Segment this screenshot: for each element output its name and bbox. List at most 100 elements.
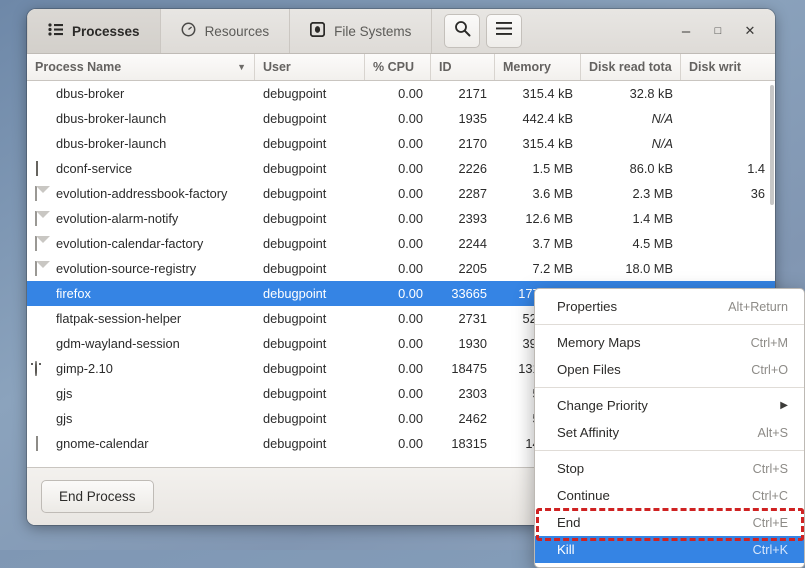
process-name-text: flatpak-session-helper [56,311,181,326]
cell-id: 18315 [431,436,495,451]
process-name-text: firefox [56,286,91,301]
menu-separator [535,387,804,388]
menu-item-label: Stop [557,461,584,476]
cell-memory: 315.4 kB [495,86,581,101]
cell-cpu: 0.00 [365,386,431,401]
minimize-button[interactable]: – [671,16,701,46]
cell-disk-read: 18.0 MB [581,261,681,276]
menu-button[interactable] [486,14,522,48]
tab-label: File Systems [334,24,411,39]
table-row[interactable]: evolution-calendar-factorydebugpoint0.00… [27,231,775,256]
column-header-cpu[interactable]: % CPU [365,54,431,80]
process-name-text: gimp-2.10 [56,361,113,376]
column-header-disk-write[interactable]: Disk writ [681,54,773,80]
menu-item-stop[interactable]: Stop Ctrl+S [535,455,804,482]
column-header-disk-read-total[interactable]: Disk read tota [581,54,681,80]
end-process-button[interactable]: End Process [41,480,154,513]
close-button[interactable]: ✕ [735,16,765,46]
cell-process-name: gjs [27,411,255,426]
cell-user: debugpoint [255,361,365,376]
cell-process-name: dbus-broker-launch [27,136,255,151]
menu-item-open-files[interactable]: Open FilesCtrl+O [535,356,804,383]
table-row[interactable]: dbus-broker-launchdebugpoint0.001935442.… [27,106,775,131]
cell-memory: 12.6 MB [495,211,581,226]
tab-resources[interactable]: Resources [161,9,291,53]
cell-id: 2393 [431,211,495,226]
process-name-text: gjs [56,386,72,401]
column-label: Disk read tota [589,60,672,74]
column-header-user[interactable]: User [255,54,365,80]
process-name-text: gdm-wayland-session [56,336,180,351]
menu-item-label: Memory Maps [557,335,641,350]
menu-item-properties[interactable]: PropertiesAlt+Return [535,293,804,320]
menu-item-continue[interactable]: ContinueCtrl+C [535,482,804,509]
cell-process-name: gdm-wayland-session [27,336,255,351]
column-label: Process Name [35,60,121,74]
column-label: Disk writ [689,60,741,74]
hamburger-icon [496,22,512,40]
diamond-icon [35,311,50,326]
chevron-right-icon: ▶ [780,400,788,411]
drive-icon [310,22,325,40]
cell-user: debugpoint [255,186,365,201]
cell-cpu: 0.00 [365,161,431,176]
process-name-text: evolution-alarm-notify [56,211,178,226]
cell-memory: 1.5 MB [495,161,581,176]
tab-file-systems[interactable]: File Systems [290,9,432,53]
column-label: % CPU [373,60,414,74]
process-name-text: gjs [56,411,72,426]
process-name-text: gnome-calendar [56,436,148,451]
cell-process-name: evolution-source-registry [27,261,255,276]
cell-cpu: 0.00 [365,311,431,326]
cell-id: 2244 [431,236,495,251]
menu-item-end[interactable]: EndCtrl+E [535,509,804,536]
header-bar: Processes Resources Fi [27,9,775,54]
scrollbar-thumb[interactable] [770,85,774,205]
menu-separator [535,450,804,451]
maximize-icon: □ [715,25,722,37]
header-actions [444,14,522,48]
cell-process-name: dbus-broker-launch [27,111,255,126]
cell-cpu: 0.00 [365,111,431,126]
cell-user: debugpoint [255,86,365,101]
cell-user: debugpoint [255,111,365,126]
table-row[interactable]: evolution-alarm-notifydebugpoint0.002393… [27,206,775,231]
cell-user: debugpoint [255,161,365,176]
cell-disk-read: 32.8 kB [581,86,681,101]
menu-item-label: Properties [557,299,617,314]
process-name-text: evolution-source-registry [56,261,196,276]
table-row[interactable]: evolution-source-registrydebugpoint0.002… [27,256,775,281]
window-controls: – □ ✕ [671,16,775,46]
cell-id: 33665 [431,286,495,301]
close-icon: ✕ [745,23,756,39]
cell-user: debugpoint [255,411,365,426]
menu-separator [535,324,804,325]
menu-item-memory-maps[interactable]: Memory MapsCtrl+M [535,329,804,356]
cell-user: debugpoint [255,311,365,326]
gimp-icon [35,361,50,376]
cell-user: debugpoint [255,236,365,251]
chevron-down-icon: ▼ [237,62,246,72]
column-header-process-name[interactable]: Process Name ▼ [27,54,255,80]
column-header-memory[interactable]: Memory [495,54,581,80]
menu-item-shortcut: Ctrl+C [752,489,788,503]
menu-item-shortcut: Alt+S [758,426,788,440]
search-button[interactable] [444,14,480,48]
table-row[interactable]: dconf-servicedebugpoint0.0022261.5 MB86.… [27,156,775,181]
cell-user: debugpoint [255,136,365,151]
cell-process-name: dbus-broker [27,86,255,101]
table-row[interactable]: dbus-brokerdebugpoint0.002171315.4 kB32.… [27,81,775,106]
menu-item-shortcut: Ctrl+S [753,462,788,476]
table-row[interactable]: evolution-addressbook-factorydebugpoint0… [27,181,775,206]
tab-label: Resources [205,24,270,39]
cell-memory: 3.6 MB [495,186,581,201]
table-row[interactable]: dbus-broker-launchdebugpoint0.002170315.… [27,131,775,156]
menu-item-set-affinity[interactable]: Set AffinityAlt+S [535,419,804,446]
column-header-id[interactable]: ID [431,54,495,80]
cell-id: 2226 [431,161,495,176]
menu-item-change-priority[interactable]: Change Priority▶ [535,392,804,419]
maximize-button[interactable]: □ [703,16,733,46]
tab-processes[interactable]: Processes [27,9,161,53]
cell-cpu: 0.00 [365,211,431,226]
cell-process-name: gjs [27,386,255,401]
